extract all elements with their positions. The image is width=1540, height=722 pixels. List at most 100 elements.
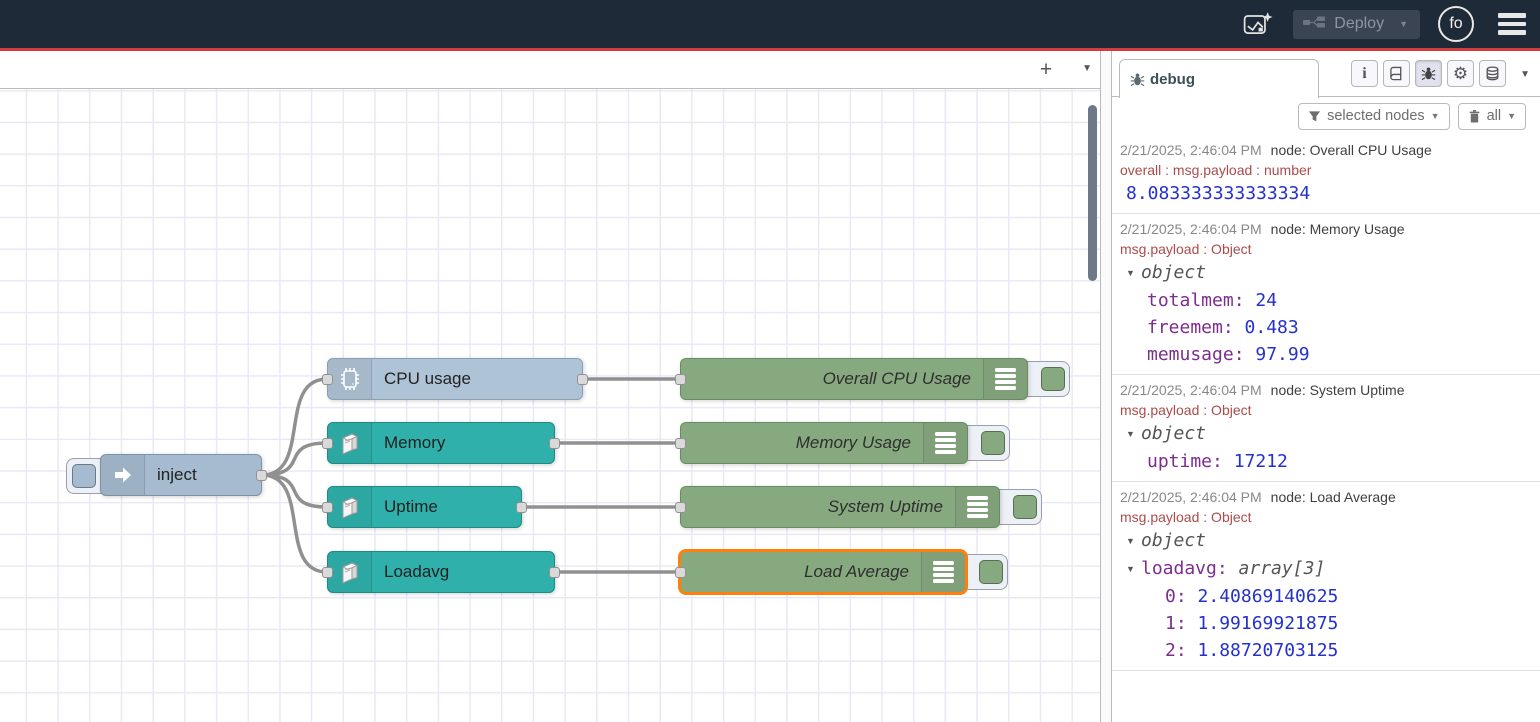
add-flow-button[interactable]: + xyxy=(1032,56,1060,84)
node-label: CPU usage xyxy=(372,369,582,389)
computer-tower-icon xyxy=(328,487,372,527)
property-key: freemem: xyxy=(1147,317,1245,338)
debug-list-icon xyxy=(921,552,965,592)
bug-icon xyxy=(1130,72,1145,87)
message-node-name[interactable]: node: Memory Usage xyxy=(1271,221,1405,237)
output-port[interactable] xyxy=(549,567,560,578)
debug-message: 2/21/2025, 2:46:04 PMnode: Overall CPU U… xyxy=(1112,135,1540,214)
input-port[interactable] xyxy=(322,502,333,513)
object-literal: object xyxy=(1141,530,1206,551)
property-key: memusage: xyxy=(1147,344,1255,365)
node-label: Uptime xyxy=(372,497,521,517)
output-port[interactable] xyxy=(549,438,560,449)
sidebar-menu-caret-icon[interactable]: ▼ xyxy=(1520,69,1530,80)
config-tab-button[interactable]: ⚙ xyxy=(1447,60,1474,87)
property-value: 1.99169921875 xyxy=(1198,613,1339,634)
tab-debug[interactable]: debug xyxy=(1119,59,1319,98)
property-value: 0.483 xyxy=(1245,317,1299,338)
message-value-row: ▼object xyxy=(1120,259,1532,287)
property-key: 0: xyxy=(1165,586,1198,607)
flow-node-memory[interactable]: Memory xyxy=(327,422,555,464)
database-icon xyxy=(1485,66,1500,81)
filter-nodes-label: selected nodes xyxy=(1327,108,1425,124)
input-port[interactable] xyxy=(675,502,686,513)
canvas-vertical-scrollbar[interactable] xyxy=(1088,105,1097,281)
input-port[interactable] xyxy=(675,567,686,578)
message-value-row: 1: 1.99169921875 xyxy=(1120,610,1532,637)
debug-tab-button[interactable] xyxy=(1415,60,1442,87)
help-tab-button[interactable] xyxy=(1383,60,1410,87)
property-key: totalmem: xyxy=(1147,290,1255,311)
property-key: loadavg: xyxy=(1141,558,1239,579)
message-value-row: uptime: 17212 xyxy=(1120,448,1532,475)
expand-caret-icon[interactable]: ▼ xyxy=(1126,421,1141,448)
expand-caret-icon[interactable]: ▼ xyxy=(1126,528,1141,555)
deploy-caret-icon[interactable]: ▼ xyxy=(1399,19,1408,29)
deploy-icon xyxy=(1303,15,1325,33)
info-tab-button[interactable]: i xyxy=(1351,60,1378,87)
property-key: 2: xyxy=(1165,640,1198,661)
filter-nodes-button[interactable]: selected nodes ▼ xyxy=(1298,103,1449,130)
computer-tower-icon xyxy=(328,552,372,592)
deploy-button[interactable]: Deploy ▼ xyxy=(1293,10,1420,39)
output-port[interactable] xyxy=(256,470,267,481)
message-value-row: 0: 2.40869140625 xyxy=(1120,583,1532,610)
sidebar-splitter[interactable] xyxy=(1100,51,1112,722)
message-value-row: ▼object xyxy=(1120,420,1532,448)
message-value-row: totalmem: 24 xyxy=(1120,287,1532,314)
flow-canvas[interactable]: inject CPU usage xyxy=(0,89,1100,722)
message-node-name[interactable]: node: Overall CPU Usage xyxy=(1271,142,1432,158)
flow-node-inject[interactable]: inject xyxy=(100,454,262,496)
input-port[interactable] xyxy=(675,438,686,449)
ai-assistant-icon[interactable] xyxy=(1241,9,1275,39)
user-avatar[interactable]: fo xyxy=(1438,6,1474,42)
cpu-chip-icon xyxy=(328,359,372,399)
message-property-path: msg.payload : Object xyxy=(1120,400,1532,420)
property-value: 1.88720703125 xyxy=(1198,640,1339,661)
sidebar-tab-bar: debug i ⚙ xyxy=(1112,51,1540,97)
message-value-row: freemem: 0.483 xyxy=(1120,314,1532,341)
message-meta: 2/21/2025, 2:46:04 PMnode: Overall CPU U… xyxy=(1120,140,1532,160)
deploy-label: Deploy xyxy=(1334,15,1384,33)
expand-caret-icon[interactable]: ▼ xyxy=(1126,260,1141,287)
output-port[interactable] xyxy=(516,502,527,513)
property-value: 17212 xyxy=(1234,451,1288,472)
input-port[interactable] xyxy=(675,374,686,385)
node-label: Load Average xyxy=(681,562,921,582)
message-meta: 2/21/2025, 2:46:04 PMnode: Memory Usage xyxy=(1120,219,1532,239)
property-value: 24 xyxy=(1255,290,1277,311)
input-port[interactable] xyxy=(322,374,333,385)
node-label: Overall CPU Usage xyxy=(681,369,983,389)
debug-enable-pad xyxy=(1041,367,1065,391)
property-value: 2.40869140625 xyxy=(1198,586,1339,607)
message-node-name[interactable]: node: Load Average xyxy=(1271,489,1396,505)
flow-node-uptime[interactable]: Uptime xyxy=(327,486,522,528)
expand-caret-icon[interactable]: ▼ xyxy=(1126,556,1141,583)
input-port[interactable] xyxy=(322,567,333,578)
message-property-path: msg.payload : Object xyxy=(1120,507,1532,527)
message-node-name[interactable]: node: System Uptime xyxy=(1271,382,1405,398)
debug-message: 2/21/2025, 2:46:04 PMnode: Memory Usage m… xyxy=(1112,214,1540,375)
output-port[interactable] xyxy=(577,374,588,385)
message-meta: 2/21/2025, 2:46:04 PMnode: System Uptime xyxy=(1120,380,1532,400)
context-tab-button[interactable] xyxy=(1479,60,1506,87)
flow-list-caret-icon[interactable]: ▼ xyxy=(1082,63,1092,74)
clear-messages-button[interactable]: all ▼ xyxy=(1458,103,1526,130)
funnel-icon xyxy=(1308,110,1321,123)
main-menu-button[interactable] xyxy=(1498,13,1526,35)
message-value-row: 8.083333333333334 xyxy=(1120,180,1532,207)
debug-message: 2/21/2025, 2:46:04 PMnode: Load Averagem… xyxy=(1112,482,1540,671)
debug-enable-pad xyxy=(1013,495,1037,519)
flow-node-memory-usage[interactable]: Memory Usage xyxy=(680,422,968,464)
flow-node-overall-cpu-usage[interactable]: Overall CPU Usage xyxy=(680,358,1028,400)
clear-messages-label: all xyxy=(1487,108,1502,124)
flow-node-cpu-usage[interactable]: CPU usage xyxy=(327,358,583,400)
flow-node-load-average[interactable]: Load Average xyxy=(680,551,966,593)
input-port[interactable] xyxy=(322,438,333,449)
message-property-path: overall : msg.payload : number xyxy=(1120,160,1532,180)
avatar-initials: fo xyxy=(1449,15,1462,33)
property-value: 8.083333333333334 xyxy=(1126,183,1310,204)
flow-node-system-uptime[interactable]: System Uptime xyxy=(680,486,1000,528)
flow-node-loadavg[interactable]: Loadavg xyxy=(327,551,555,593)
property-value: 97.99 xyxy=(1255,344,1309,365)
